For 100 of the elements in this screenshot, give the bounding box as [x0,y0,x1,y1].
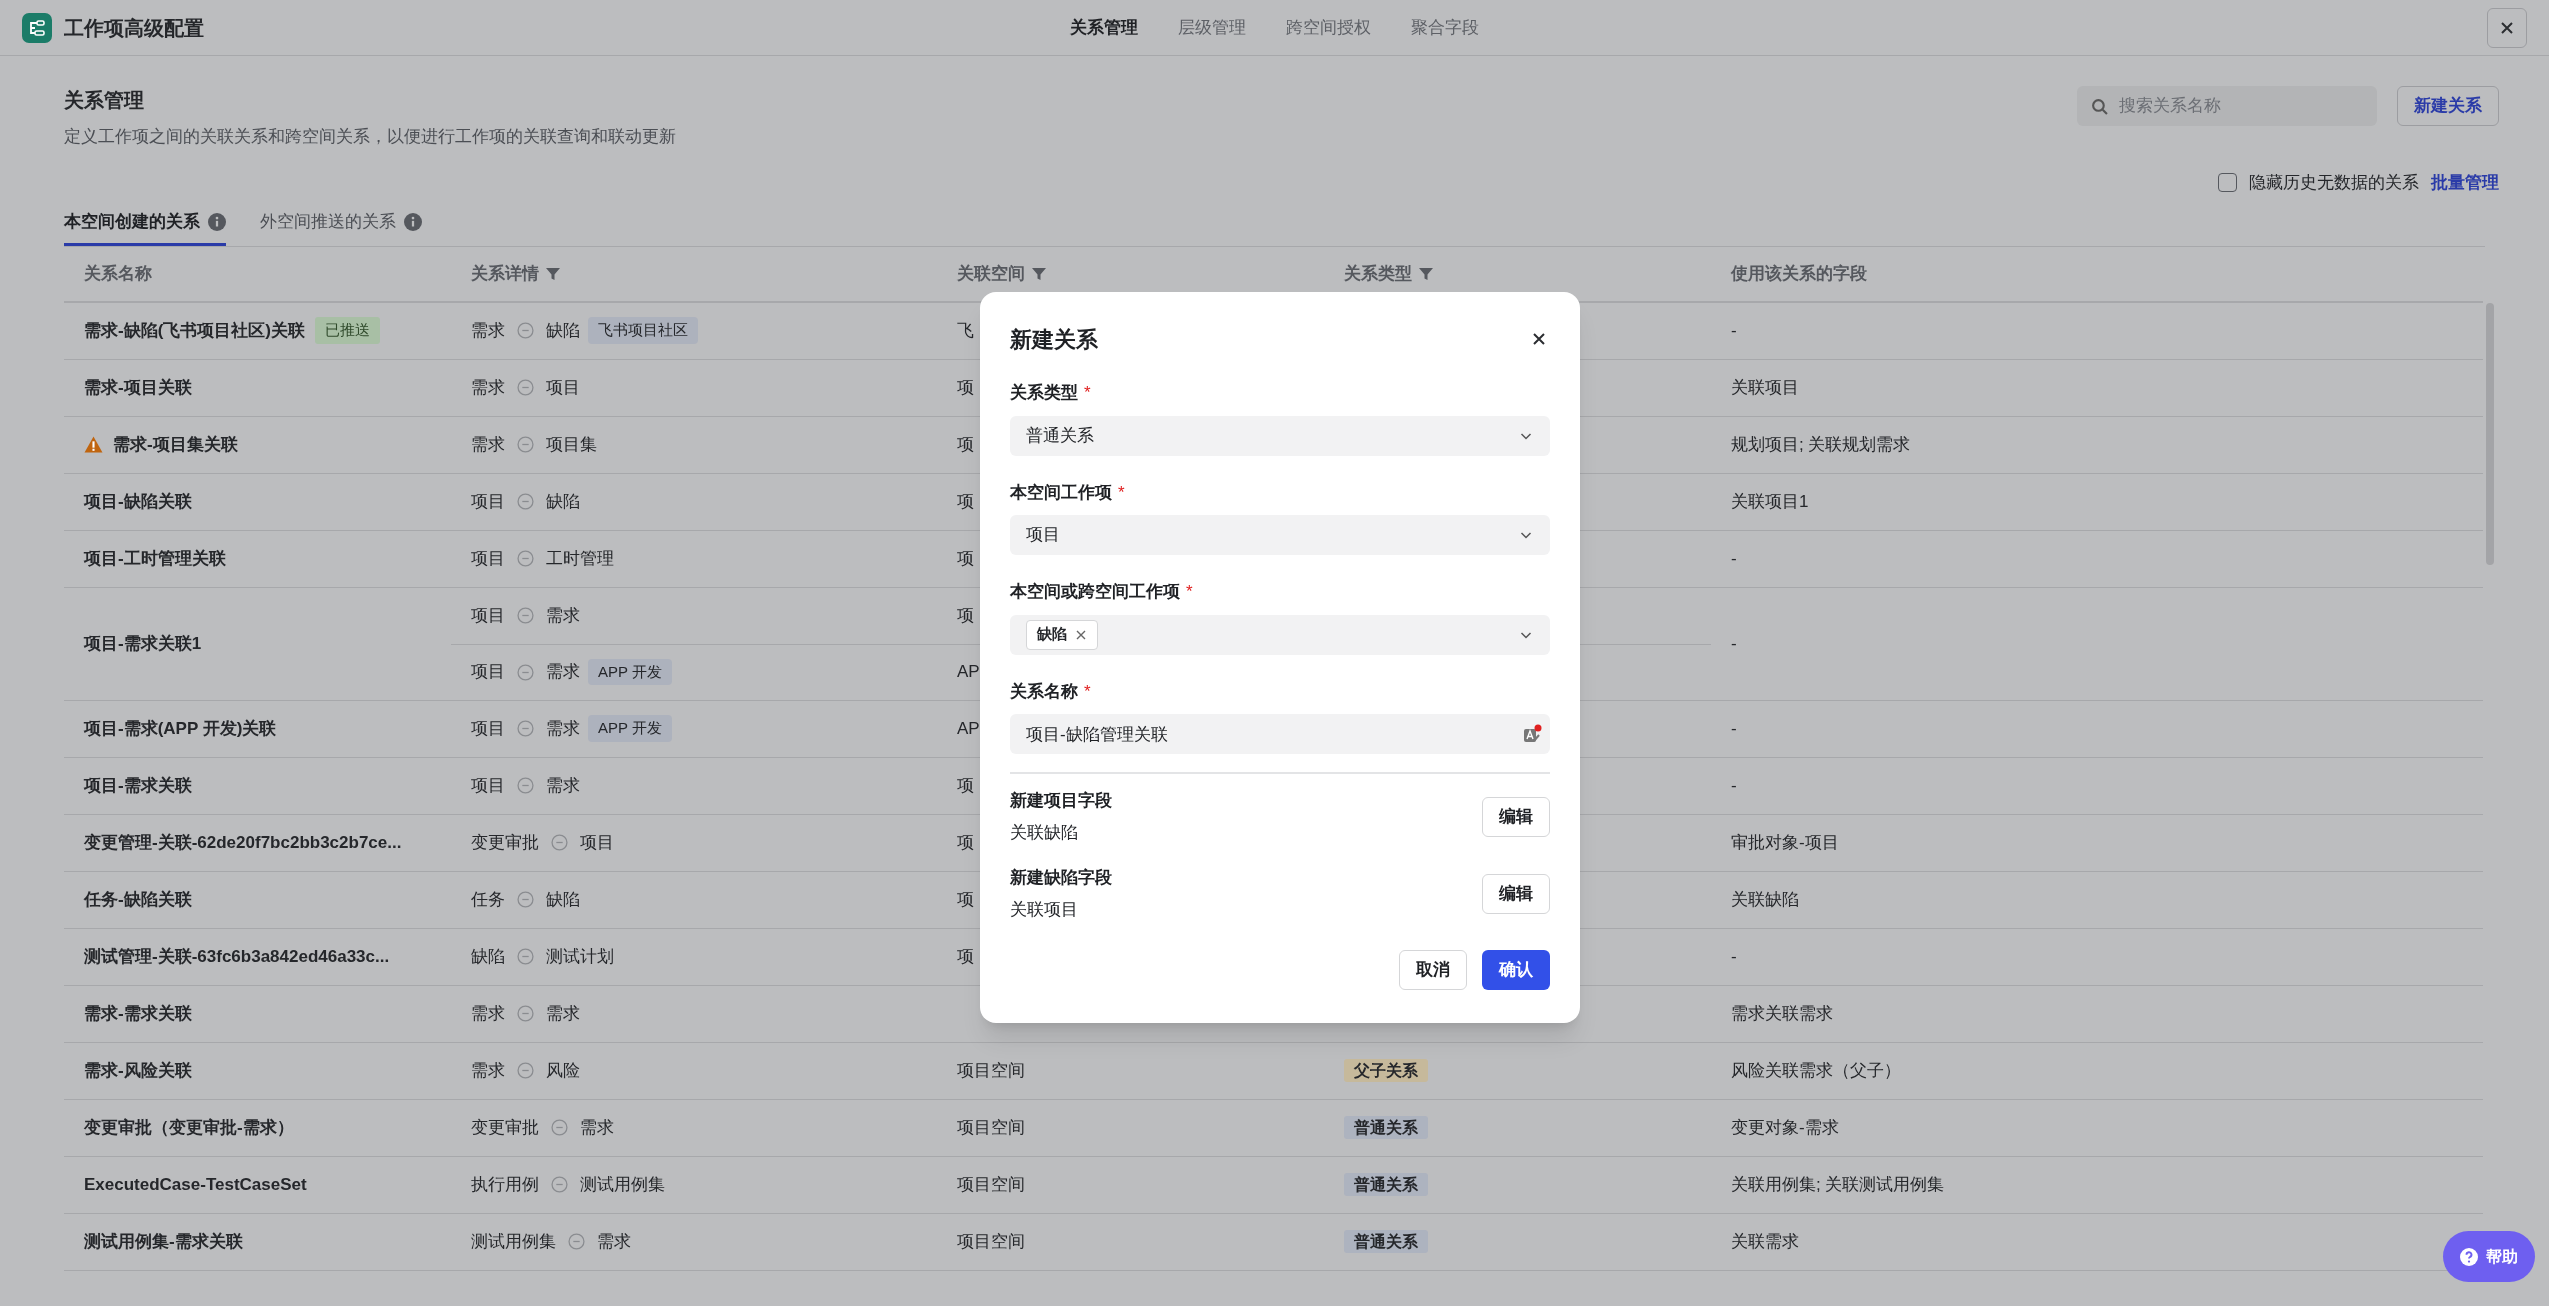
filter-icon [1418,265,1434,282]
select-field[interactable]: 项目 [1010,515,1550,555]
space-cell: 项 [957,775,974,795]
selected-tag[interactable]: 缺陷 [1026,619,1098,650]
relation-name: 需求-风险关联 [84,1059,192,1082]
required-mark: * [1084,382,1091,404]
target-item: 工时管理 [546,547,614,570]
help-button[interactable]: 帮助 [2443,1231,2535,1282]
space-cell: 项目空间 [957,1174,1025,1194]
relation-name: 项目-缺陷关联 [84,490,192,513]
dialog-title: 新建关系 [1010,325,1098,354]
checkbox[interactable] [2218,172,2237,192]
batch-manage-link[interactable]: 批量管理 [2431,169,2499,195]
target-item: 需求 [580,1116,614,1139]
space-cell: 项 [957,946,974,966]
nav-tab[interactable]: 层级管理 [1178,14,1246,41]
field-section-value: 关联缺陷 [1010,821,1079,844]
target-item: 需求 [546,774,580,797]
target-item: 缺陷 [546,319,580,342]
field-label: 本空间或跨空间工作项 [1010,581,1180,603]
cancel-button[interactable]: 取消 [1399,950,1467,990]
space-cell: AP [957,662,980,682]
target-item: 测试计划 [546,945,614,968]
column-header: 使用该关系的字段 [1731,262,1867,285]
space-cell: 项 [957,377,974,397]
source-item: 项目 [471,490,505,513]
app-logo-icon [22,12,52,43]
source-item: 任务 [471,888,505,911]
edit-button[interactable]: 编辑 [1482,796,1550,837]
relation-name: 需求-项目集关联 [113,433,238,456]
name-input-field[interactable]: 项目-缺陷管理关联 [1010,714,1550,754]
source-item: 需求 [471,376,505,399]
target-item: 需求 [546,604,580,627]
source-item: 执行用例 [471,1173,539,1196]
nav-tab[interactable]: 跨空间授权 [1286,14,1371,41]
link-icon [517,436,534,453]
scrollbar-thumb[interactable] [2486,303,2494,565]
space-tag: APP 开发 [588,658,672,686]
link-icon [517,1005,534,1022]
relation-name: ExecutedCase-TestCaseSet [84,1173,307,1196]
space-cell: 飞 [957,320,974,340]
source-item: 缺陷 [471,945,505,968]
source-item: 变更审批 [471,1116,539,1139]
space-cell: 项目空间 [957,1060,1025,1080]
field-section-title: 新建项目字段 [1010,790,1112,812]
relation-name: 项目-需求(APP 开发)关联 [84,717,277,740]
nav-tab[interactable]: 关系管理 [1070,14,1138,41]
space-cell: 项目空间 [957,1117,1025,1137]
target-item: 项目 [546,376,580,399]
space-tag: 飞书项目社区 [588,317,698,344]
confirm-button[interactable]: 确认 [1482,950,1550,990]
relation-type-badge: 普通关系 [1344,1172,1428,1196]
field-cell-text: - [1731,319,1737,342]
link-icon [517,1062,534,1079]
source-item: 测试用例集 [471,1230,556,1253]
search-icon [2091,98,2108,115]
field-label: 关系类型 [1010,382,1078,404]
required-mark: * [1084,680,1091,703]
relation-name: 项目-需求关联 [84,774,192,797]
space-cell: 项 [957,832,974,852]
field-cell-text: - [1731,547,1737,570]
tab[interactable]: 外空间推送的关系 [260,209,422,246]
link-icon [517,948,534,965]
field-cell-text: - [1731,632,1737,655]
space-tag: APP 开发 [588,715,672,742]
pushed-badge: 已推送 [315,317,380,344]
link-icon [517,607,534,624]
filter-icon [545,265,561,282]
link-icon [517,720,534,737]
column-header: 关系名称 [84,262,152,285]
source-item: 项目 [471,774,505,797]
source-item: 变更审批 [471,831,539,854]
relation-name: 需求-需求关联 [84,1002,192,1025]
relation-name: 变更审批（变更审批-需求） [84,1116,294,1139]
target-item: 风险 [546,1059,580,1082]
relation-name: 变更管理-关联-62de20f7bc2bb3c2b7ce... [84,831,402,854]
section-title: 关系管理 [64,88,145,113]
close-icon [2499,19,2515,36]
relation-type-badge: 普通关系 [1344,1115,1428,1139]
field-cell-text: 审批对象-项目 [1731,831,1839,854]
warning-icon [84,436,103,453]
link-icon [551,834,568,851]
tab[interactable]: 本空间创建的关系 [64,209,226,246]
close-icon [1531,331,1547,347]
target-item: 项目集 [546,433,597,456]
column-header: 关系详情 [471,262,539,285]
edit-button[interactable]: 编辑 [1482,873,1550,914]
select-field[interactable]: 缺陷 [1010,614,1550,655]
target-item: 需求 [597,1230,631,1253]
new-relation-button[interactable]: 新建关系 [2397,86,2499,126]
link-icon [517,663,534,681]
relation-type-badge: 普通关系 [1344,1229,1428,1253]
field-cell-text: 关联项目1 [1731,490,1809,513]
relation-name: 项目-工时管理关联 [84,547,226,570]
field-cell-text: 关联项目 [1731,376,1799,399]
space-cell: 项目空间 [957,1231,1025,1251]
search-field[interactable]: 搜索关系名称 [2077,86,2377,126]
source-item: 需求 [471,1002,505,1025]
select-field[interactable]: 普通关系 [1010,415,1550,456]
link-icon [517,550,534,567]
